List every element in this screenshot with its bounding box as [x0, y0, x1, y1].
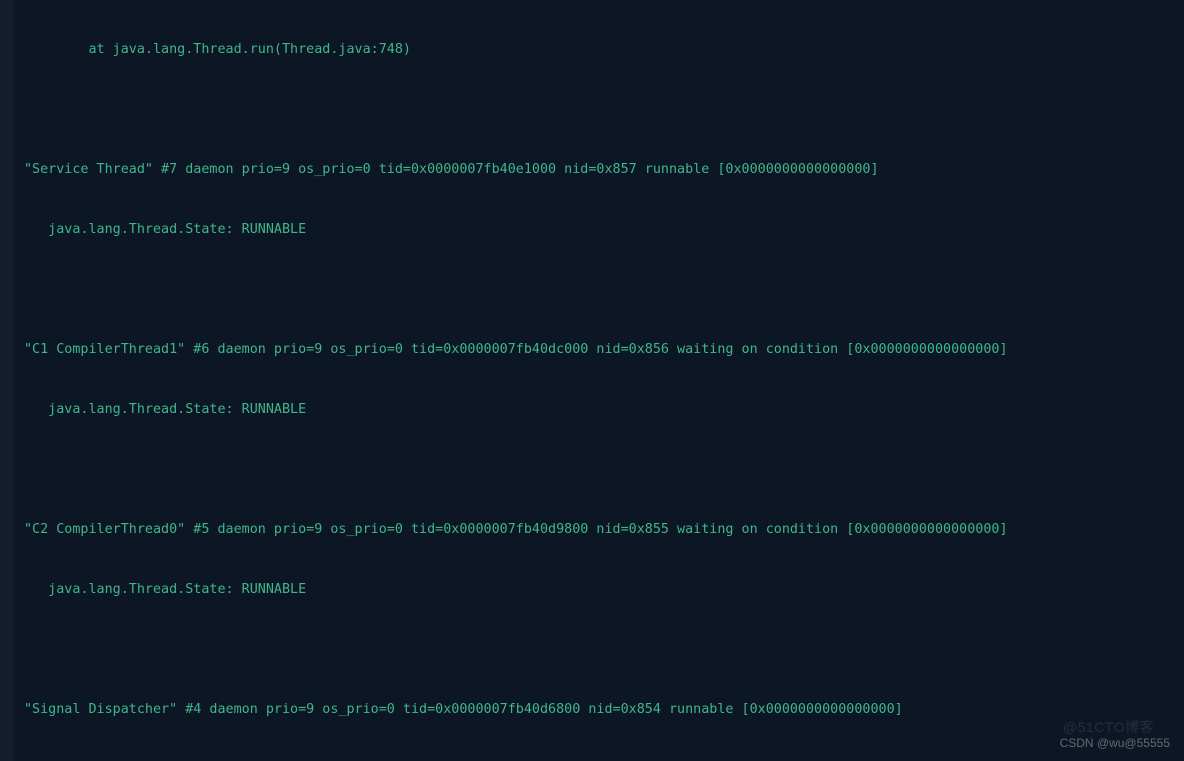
output-line: "C1 CompilerThread1" #6 daemon prio=9 os… [24, 340, 1184, 360]
output-line: java.lang.Thread.State: RUNNABLE [24, 220, 1184, 240]
output-line: "Service Thread" #7 daemon prio=9 os_pri… [24, 160, 1184, 180]
output-line: at java.lang.Thread.run(Thread.java:748) [24, 40, 1184, 60]
output-line: "Signal Dispatcher" #4 daemon prio=9 os_… [24, 700, 1184, 720]
terminal-output[interactable]: at java.lang.Thread.run(Thread.java:748)… [24, 0, 1184, 761]
output-line [24, 280, 1184, 300]
editor-gutter [0, 0, 14, 761]
output-line [24, 640, 1184, 660]
output-line [24, 460, 1184, 480]
watermark-csdn: CSDN @wu@55555 [1060, 733, 1170, 753]
output-line: java.lang.Thread.State: RUNNABLE [24, 400, 1184, 420]
output-line [24, 100, 1184, 120]
output-line: "C2 CompilerThread0" #5 daemon prio=9 os… [24, 520, 1184, 540]
output-line: java.lang.Thread.State: RUNNABLE [24, 580, 1184, 600]
